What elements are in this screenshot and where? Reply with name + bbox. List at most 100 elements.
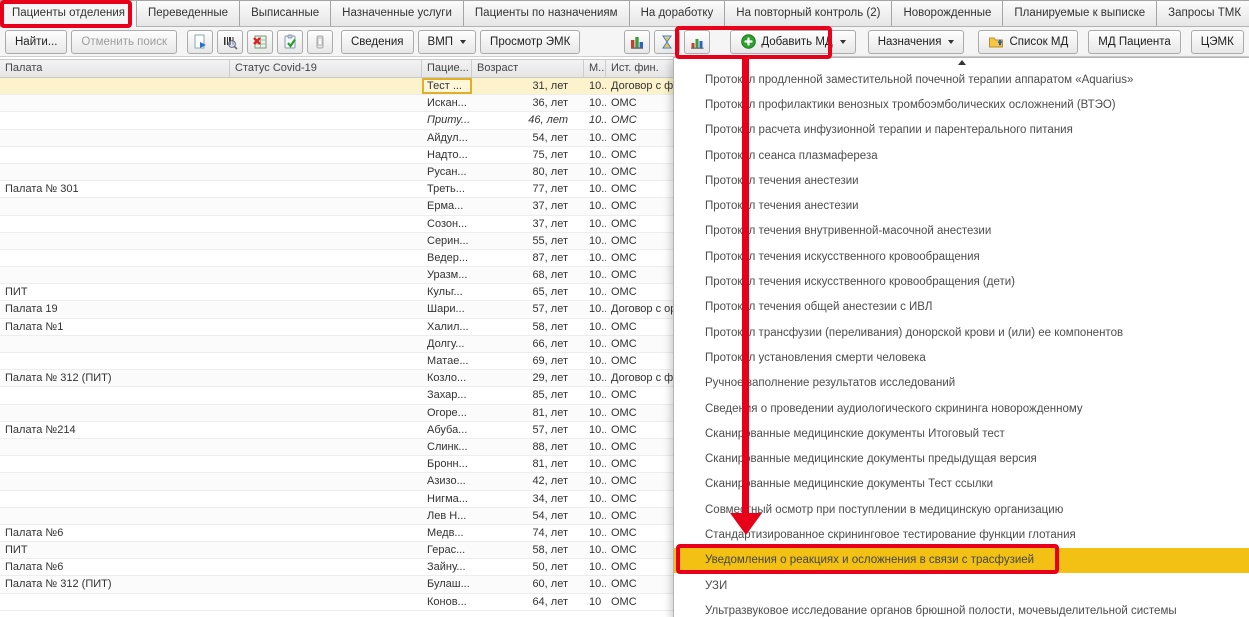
patient-cell: Айдул... — [422, 130, 472, 146]
tab-newborns[interactable]: Новорожденные — [891, 0, 1003, 26]
add-plus-icon — [740, 34, 756, 50]
menu-item[interactable]: Протокол течения внутривенной-масочной а… — [674, 219, 1249, 244]
ward-cell — [0, 198, 230, 214]
md-list-button-label: Список МД — [1009, 36, 1068, 48]
menu-item[interactable]: Протокол продленной заместительной почеч… — [674, 67, 1249, 92]
report-document-button[interactable] — [187, 30, 213, 54]
menu-item[interactable]: Ручное заполнение результатов исследован… — [674, 371, 1249, 396]
ward-cell — [0, 387, 230, 403]
covid-cell — [230, 250, 422, 266]
ward-cell — [0, 267, 230, 283]
medcard-cell: 10... — [584, 216, 606, 232]
excel-remove-button[interactable] — [247, 30, 273, 54]
patient-cell: Медв... — [422, 525, 472, 541]
clipboard-check-button[interactable] — [277, 30, 303, 54]
menu-item[interactable]: Протокол течения искусственного кровообр… — [674, 244, 1249, 269]
age-cell: 54, лет — [472, 508, 584, 524]
menu-item[interactable]: Стандартизированное скрининговое тестиро… — [674, 522, 1249, 547]
medcard-cell: 10... — [584, 301, 606, 317]
tab-tmk-requests[interactable]: Запросы ТМК — [1156, 0, 1249, 26]
tab-for-revision[interactable]: На доработку — [629, 0, 726, 26]
patient-cell: Матае... — [422, 353, 472, 369]
patient-cell: Приту... — [422, 112, 472, 128]
age-cell: 31, лет — [472, 78, 584, 94]
medcard-cell: 10... — [584, 233, 606, 249]
menu-item[interactable]: Ультразвуковое исследование органов брюш… — [674, 598, 1249, 617]
patient-cell: Русан... — [422, 164, 472, 180]
patient-cell: Ведер... — [422, 250, 472, 266]
medcard-cell: 10... — [584, 559, 606, 575]
ward-cell — [0, 250, 230, 266]
vmp-dropdown-button-label: ВМП — [428, 36, 454, 48]
patient-cell: Бронн... — [422, 456, 472, 472]
cancel-search-button[interactable]: Отменить поиск — [71, 30, 177, 54]
medcard-cell: 10... — [584, 267, 606, 283]
menu-item[interactable]: Протокол установления смерти человека — [674, 345, 1249, 370]
patient-cell: Искан... — [422, 95, 472, 111]
xyz-chart-button[interactable] — [624, 30, 650, 54]
col-ward[interactable]: Палата — [0, 60, 230, 77]
find-button[interactable]: Найти... — [5, 30, 67, 54]
patient-cell: Кульг... — [422, 284, 472, 300]
menu-items: Протокол продленной заместительной почеч… — [674, 67, 1249, 617]
menu-item[interactable]: Сканированные медицинские документы пред… — [674, 446, 1249, 471]
age-cell: 74, лет — [472, 525, 584, 541]
view-emk-button[interactable]: Просмотр ЭМК — [480, 30, 580, 54]
patient-cell: Герас... — [422, 542, 472, 558]
ward-cell — [0, 112, 230, 128]
menu-item[interactable]: Сканированные медицинские документы Тест… — [674, 472, 1249, 497]
menu-item[interactable]: Протокол профилактики венозных тромбоэмб… — [674, 92, 1249, 117]
col-covid-status[interactable]: Статус Covid-19 — [230, 60, 422, 77]
menu-item[interactable]: Сведения о проведении аудиологического с… — [674, 396, 1249, 421]
ward-cell: Палата № 301 — [0, 181, 230, 197]
md-list-button[interactable]: Список МД — [978, 30, 1078, 54]
covid-cell — [230, 559, 422, 575]
covid-cell — [230, 542, 422, 558]
col-m[interactable]: М... — [584, 60, 606, 77]
appointments-dropdown-button[interactable]: Назначения — [868, 30, 965, 54]
ward-cell — [0, 78, 230, 94]
tab-patients-by-appointments[interactable]: Пациенты по назначениям — [463, 0, 630, 26]
menu-item[interactable]: УЗИ — [674, 573, 1249, 598]
barcode-scan-button[interactable] — [217, 30, 243, 54]
age-cell: 46, лет — [472, 112, 584, 128]
col-patient[interactable]: Пацие... — [422, 60, 472, 77]
vmp-dropdown-button[interactable]: ВМП — [418, 30, 477, 54]
cemk-button[interactable]: ЦЭМК — [1191, 30, 1244, 54]
menu-item-highlighted[interactable]: Уведомления о реакциях и осложнения в св… — [674, 548, 1249, 573]
menu-item[interactable]: Протокол течения общей анестезии с ИВЛ — [674, 295, 1249, 320]
menu-item[interactable]: Протокол течения анестезии — [674, 193, 1249, 218]
tab-transferred[interactable]: Переведенные — [136, 0, 240, 26]
bar-chart-button[interactable] — [684, 30, 710, 54]
age-cell: 81, лет — [472, 405, 584, 421]
tab-planned-discharge[interactable]: Планируемые к выписке — [1002, 0, 1157, 26]
phone-button[interactable] — [307, 30, 333, 54]
add-md-button[interactable]: Добавить МД — [730, 30, 855, 54]
medcard-cell: 10... — [584, 181, 606, 197]
covid-cell — [230, 491, 422, 507]
patient-md-button[interactable]: МД Пациента — [1088, 30, 1181, 54]
menu-item[interactable]: Протокол течения искусственного кровообр… — [674, 269, 1249, 294]
menu-item[interactable]: Протокол сеанса плазмафереза — [674, 143, 1249, 168]
covid-cell — [230, 422, 422, 438]
ward-cell — [0, 473, 230, 489]
ward-cell — [0, 491, 230, 507]
patient-cell: Долгу... — [422, 336, 472, 352]
menu-item[interactable]: Протокол трансфузии (переливания) донорс… — [674, 320, 1249, 345]
patient-cell: Зайну... — [422, 559, 472, 575]
menu-item[interactable]: Сканированные медицинские документы Итог… — [674, 421, 1249, 446]
hourglass-button[interactable] — [654, 30, 680, 54]
covid-cell — [230, 164, 422, 180]
tab-repeat-control[interactable]: На повторный контроль (2) — [724, 0, 892, 26]
menu-item[interactable]: Протокол течения анестезии — [674, 168, 1249, 193]
tab-patients-of-department[interactable]: Пациенты отделения — [0, 0, 137, 27]
menu-item[interactable]: Совместный осмотр при поступлении в меди… — [674, 497, 1249, 522]
menu-scroll-up[interactable] — [674, 58, 1249, 67]
tab-discharged[interactable]: Выписанные — [239, 0, 331, 26]
excel-remove-icon — [252, 34, 268, 50]
details-button[interactable]: Сведения — [341, 30, 414, 54]
menu-item[interactable]: Протокол расчета инфузионной терапии и п… — [674, 118, 1249, 143]
tab-assigned-services[interactable]: Назначенные услуги — [330, 0, 464, 26]
covid-cell — [230, 473, 422, 489]
col-age[interactable]: Возраст — [472, 60, 584, 77]
